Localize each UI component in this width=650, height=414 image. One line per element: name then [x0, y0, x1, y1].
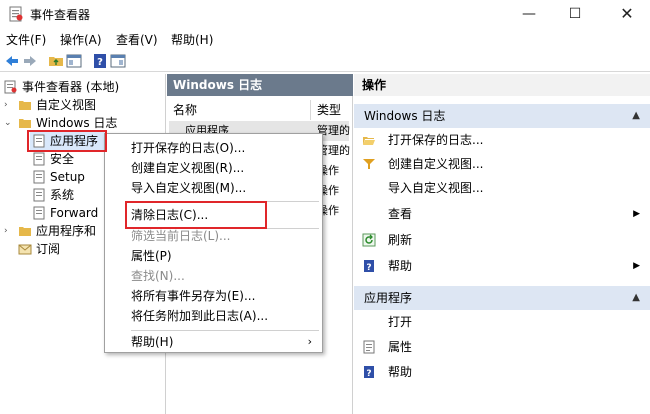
ctx-open-saved-log[interactable]: 打开保存的日志(O)... [105, 138, 322, 158]
ctx-create-custom-view[interactable]: 创建自定义视图(R)... [105, 158, 322, 178]
folder-icon [19, 227, 31, 236]
submenu-arrow-icon: ▶ [633, 261, 640, 271]
log-icon [33, 188, 45, 202]
close-button[interactable]: ✕ [604, 0, 650, 28]
maximize-button[interactable]: ☐ [552, 0, 598, 28]
tree-label-system: 系统 [50, 188, 75, 202]
menu-view[interactable]: 查看(V) [116, 31, 158, 48]
console-pane-icon[interactable] [110, 53, 126, 69]
actions-section-windows-logs[interactable]: Windows 日志 ▲ [354, 104, 650, 128]
action-label: 属性 [388, 340, 413, 354]
collapse-up-icon[interactable]: ▲ [632, 104, 640, 128]
filter-icon [363, 159, 375, 169]
action-refresh[interactable]: 刷新 [354, 228, 650, 252]
svg-text:?: ? [366, 263, 371, 273]
tree-label-custom-views: 自定义视图 [36, 98, 97, 112]
collapse-up-icon[interactable]: ▲ [632, 286, 640, 310]
column-header-name[interactable]: 名称 [167, 100, 311, 120]
log-icon [33, 170, 45, 184]
action-import-custom-view[interactable]: 导入自定义视图... [354, 176, 650, 200]
menu-help[interactable]: 帮助(H) [171, 31, 213, 48]
highlight-box-application [27, 130, 107, 152]
tree-label-root: 事件查看器 (本地) [22, 80, 120, 94]
window-title: 事件查看器 [30, 8, 91, 22]
action-view[interactable]: 查看 ▶ [354, 202, 650, 226]
action-label: 创建自定义视图... [388, 157, 484, 171]
event-viewer-icon [4, 80, 17, 94]
folder-icon [19, 101, 31, 110]
folder-open-icon [363, 137, 375, 145]
toolbar: ? [0, 50, 650, 72]
action-label: 查看 [388, 207, 413, 221]
event-viewer-app-icon [9, 6, 23, 22]
ctx-help[interactable]: 帮助(H) › [105, 332, 322, 352]
actions-section-application[interactable]: 应用程序 ▲ [354, 286, 650, 310]
help-icon: ? [364, 366, 374, 379]
ctx-help-label: 帮助(H) [131, 335, 174, 349]
menu-separator [131, 330, 319, 331]
column-header-type[interactable]: 类型 [311, 100, 353, 120]
properties-icon [363, 340, 375, 354]
action-open[interactable]: 打开 [354, 310, 650, 334]
action-help[interactable]: ? 帮助 ▶ [354, 254, 650, 278]
ctx-find: 查找(N)... [131, 269, 185, 283]
action-label: 打开 [388, 315, 413, 329]
log-icon [33, 206, 45, 220]
back-arrow-icon[interactable] [4, 53, 20, 69]
title-bar: 事件查看器 — ☐ ✕ [0, 0, 650, 28]
help-icon: ? [364, 260, 374, 273]
up-folder-icon[interactable] [48, 53, 64, 69]
action-help-app[interactable]: ? 帮助 [354, 360, 650, 384]
menu-action[interactable]: 操作(A) [60, 31, 102, 48]
section-title: 应用程序 [364, 291, 413, 305]
action-label: 刷新 [388, 233, 413, 247]
chevron-right-icon[interactable]: › [4, 222, 14, 240]
highlight-box-clear-log [125, 201, 267, 229]
refresh-icon [362, 233, 376, 247]
chevron-down-icon[interactable]: ⌄ [4, 114, 14, 132]
help-icon[interactable]: ? [92, 53, 108, 69]
action-label: 导入自定义视图... [388, 181, 484, 195]
folder-icon [19, 119, 31, 128]
action-label: 打开保存的日志... [388, 133, 484, 147]
ctx-attach-task[interactable]: 将任务附加到此日志(A)... [105, 306, 322, 326]
subscriptions-icon [18, 244, 32, 255]
actions-header: 操作 [354, 74, 650, 96]
panel-header: Windows 日志 [167, 74, 353, 96]
show-hide-tree-icon[interactable] [66, 53, 82, 69]
submenu-arrow-icon: ▶ [633, 209, 640, 219]
svg-text:?: ? [366, 369, 371, 379]
tree-label-apps-services: 应用程序和 [36, 224, 97, 238]
action-open-saved-log[interactable]: 打开保存的日志... [354, 128, 650, 152]
context-menu: 打开保存的日志(O)... 创建自定义视图(R)... 导入自定义视图(M)..… [104, 133, 323, 353]
chevron-right-icon[interactable]: › [4, 96, 14, 114]
menu-file[interactable]: 文件(F) [6, 31, 46, 48]
action-label: 帮助 [388, 365, 413, 379]
action-label: 帮助 [388, 259, 413, 273]
menu-bar: 文件(F) 操作(A) 查看(V) 帮助(H) [0, 28, 650, 50]
ctx-import-custom-view[interactable]: 导入自定义视图(M)... [105, 178, 322, 198]
action-properties[interactable]: 属性 [354, 335, 650, 359]
actions-panel: 操作 Windows 日志 ▲ 打开保存的日志... 创建自定义视图... 导入… [354, 74, 650, 414]
ctx-filter-current-log: 筛选当前日志(L)... [131, 229, 231, 243]
ctx-save-all-events-as[interactable]: 将所有事件另存为(E)... [105, 286, 322, 306]
svg-text:?: ? [97, 57, 103, 68]
tree-label-forwarded: Forward [50, 206, 99, 220]
tree-label-security: 安全 [50, 152, 75, 166]
log-icon [33, 152, 45, 166]
tree-label-setup: Setup [50, 170, 85, 184]
tree-label-subscriptions: 订阅 [36, 242, 61, 256]
forward-arrow-icon[interactable] [22, 53, 38, 69]
minimize-button[interactable]: — [506, 0, 552, 28]
action-create-custom-view[interactable]: 创建自定义视图... [354, 152, 650, 176]
section-title: Windows 日志 [364, 109, 446, 123]
ctx-properties[interactable]: 属性(P) [105, 246, 322, 266]
submenu-arrow-icon: › [307, 335, 312, 348]
